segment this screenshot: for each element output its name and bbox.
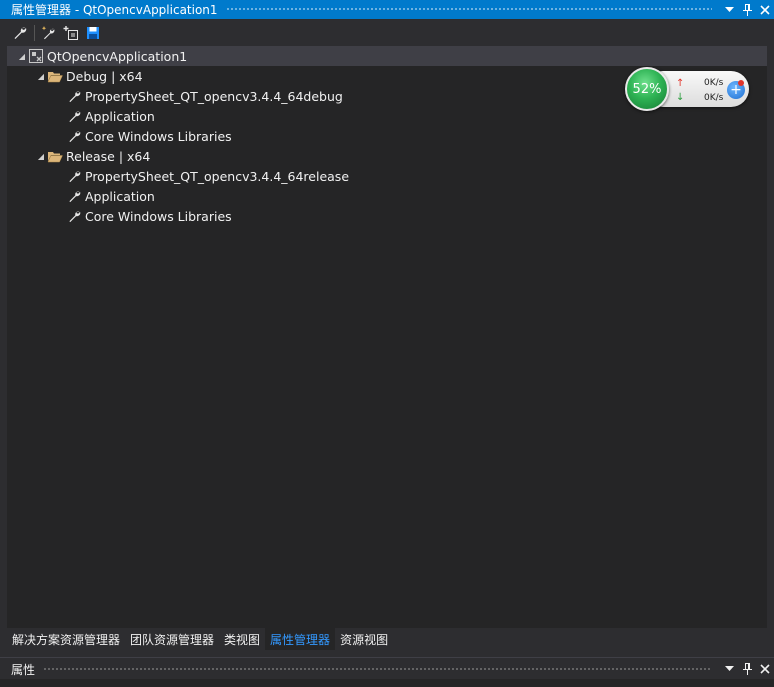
download-arrow-icon: ↓ xyxy=(676,92,685,103)
expand-arrow-icon[interactable]: ◢ xyxy=(35,72,47,81)
folder-open-icon xyxy=(47,148,63,164)
item-label: PropertySheet_QT_opencv3.4.4_64debug xyxy=(85,88,343,104)
properties-title: 属性 xyxy=(11,662,36,677)
tab-property-manager[interactable]: 属性管理器 xyxy=(265,628,336,650)
drag-grip[interactable] xyxy=(225,7,712,12)
add-existing-property-sheet-icon[interactable] xyxy=(60,22,82,44)
tree-item-property-sheet[interactable]: PropertySheet_QT_opencv3.4.4_64debug xyxy=(66,86,343,106)
wrench-icon xyxy=(66,128,82,144)
tree-item-application[interactable]: Application xyxy=(66,106,155,126)
add-new-property-sheet-icon[interactable] xyxy=(38,22,60,44)
project-label: QtOpencvApplication1 xyxy=(47,48,188,64)
tab-resource-view[interactable]: 资源视图 xyxy=(335,628,393,650)
tree-node-project[interactable]: ◢ QtOpencvApplication1 xyxy=(7,46,767,66)
tree-node-config-release[interactable]: ◢ Release | x64 xyxy=(35,146,150,166)
chevron-down-icon[interactable] xyxy=(720,658,738,680)
pin-icon[interactable] xyxy=(738,0,756,19)
tree-item-core-windows-libraries[interactable]: Core Windows Libraries xyxy=(66,206,232,226)
tree-item-property-sheet[interactable]: PropertySheet_QT_opencv3.4.4_64release xyxy=(66,166,349,186)
tool-window-tabs: 解决方案资源管理器 团队资源管理器 类视图 属性管理器 资源视图 xyxy=(7,628,767,650)
project-icon xyxy=(28,48,44,64)
download-speed: 0K/s xyxy=(704,93,724,103)
save-icon[interactable] xyxy=(82,22,104,44)
tree-item-application[interactable]: Application xyxy=(66,186,155,206)
property-tree: ◢ QtOpencvApplication1 ◢ Debug | x64 Pro… xyxy=(7,46,767,628)
property-manager-window: 属性管理器 - QtOpencvApplication1 ◢ QtOpencvA… xyxy=(0,0,774,687)
tree-node-config-debug[interactable]: ◢ Debug | x64 xyxy=(35,66,143,86)
pin-icon[interactable] xyxy=(738,658,756,680)
panel-title: 属性管理器 - QtOpencvApplication1 xyxy=(11,3,218,17)
tab-solution-explorer[interactable]: 解决方案资源管理器 xyxy=(7,628,125,650)
memory-percent: 52% xyxy=(632,81,662,97)
toolbar xyxy=(0,19,774,46)
close-icon[interactable] xyxy=(756,0,774,19)
item-label: Application xyxy=(85,108,155,124)
tab-class-view[interactable]: 类视图 xyxy=(219,628,265,650)
upload-arrow-icon: ↑ xyxy=(676,78,685,89)
item-label: Core Windows Libraries xyxy=(85,128,232,144)
wrench-icon xyxy=(66,108,82,124)
item-label: Core Windows Libraries xyxy=(85,208,232,224)
wrench-icon xyxy=(66,188,82,204)
wrench-icon xyxy=(66,208,82,224)
properties-wrench-icon[interactable] xyxy=(9,22,31,44)
wrench-icon xyxy=(66,168,82,184)
expand-arrow-icon[interactable]: ◢ xyxy=(35,152,47,161)
panel-title-bar[interactable]: 属性管理器 - QtOpencvApplication1 xyxy=(0,0,774,19)
config-label: Debug | x64 xyxy=(66,68,143,84)
memory-usage-ball[interactable]: 52% xyxy=(625,67,669,111)
wrench-icon xyxy=(66,88,82,104)
properties-panel-body xyxy=(0,679,774,687)
upload-speed: 0K/s xyxy=(704,78,724,88)
folder-open-icon xyxy=(47,68,63,84)
chevron-down-icon[interactable] xyxy=(720,0,738,19)
tree-item-core-windows-libraries[interactable]: Core Windows Libraries xyxy=(66,126,232,146)
notification-dot xyxy=(738,80,744,86)
item-label: PropertySheet_QT_opencv3.4.4_64release xyxy=(85,168,350,184)
tab-team-explorer[interactable]: 团队资源管理器 xyxy=(125,628,219,650)
expand-arrow-icon[interactable]: ◢ xyxy=(16,52,28,61)
drag-grip[interactable] xyxy=(43,666,712,672)
network-speed-widget[interactable]: ↑ 0K/s ↓ 0K/s 52% + xyxy=(625,67,751,111)
properties-panel-header[interactable]: 属性 xyxy=(0,657,774,680)
item-label: Application xyxy=(85,188,155,204)
close-icon[interactable] xyxy=(756,658,774,680)
config-label: Release | x64 xyxy=(66,148,151,164)
toolbar-separator xyxy=(34,24,35,41)
